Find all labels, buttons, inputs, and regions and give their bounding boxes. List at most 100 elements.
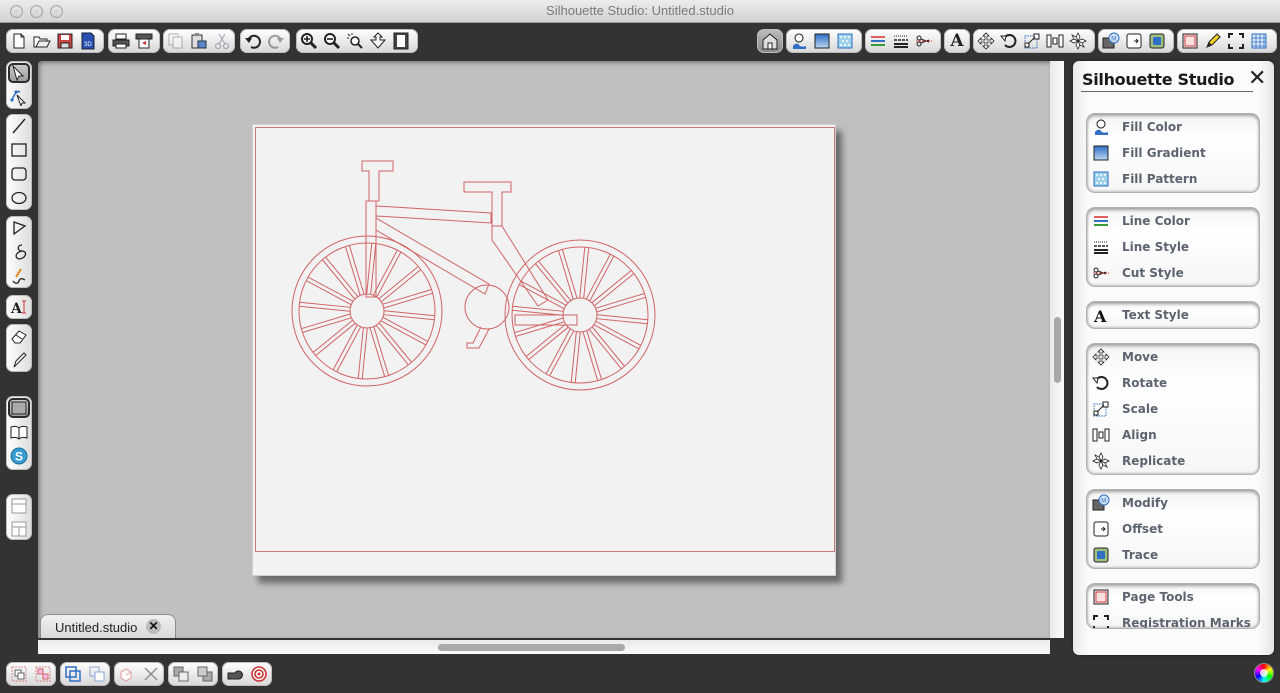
library-button[interactable] (8, 422, 30, 442)
replicate-icon (1069, 32, 1087, 50)
panel-item-cut-style[interactable]: Cut Style (1087, 260, 1259, 286)
copy-button[interactable] (166, 31, 186, 51)
zoom-select-button[interactable] (345, 31, 365, 51)
cut-button[interactable] (212, 31, 232, 51)
draw-polygon-button[interactable] (8, 218, 30, 238)
single-panel-view-button[interactable] (8, 496, 30, 515)
document-tab[interactable]: Untitled.studio ✕ (40, 614, 176, 638)
print-button[interactable] (111, 31, 131, 51)
cut-style-button[interactable] (914, 31, 934, 51)
panel-close-button[interactable]: ✕ (1248, 67, 1266, 89)
redo-button[interactable] (266, 31, 286, 51)
panel-item-line-style[interactable]: Line Style (1087, 234, 1259, 260)
line-style-button[interactable] (891, 31, 911, 51)
zoom-in-button[interactable] (299, 31, 319, 51)
release-compound-path-button[interactable] (87, 664, 107, 684)
panel-item-align[interactable]: Align (1087, 422, 1259, 448)
draw-line-button[interactable] (8, 116, 30, 136)
horizontal-scrollbar[interactable] (38, 640, 1050, 654)
fill-pattern-button[interactable] (835, 31, 855, 51)
new-document-button[interactable] (9, 31, 29, 51)
save-button[interactable] (55, 31, 75, 51)
scissors-icon (215, 33, 229, 49)
send-to-silhouette-button[interactable] (134, 31, 154, 51)
target-button[interactable] (249, 664, 269, 684)
align-button[interactable] (1045, 31, 1065, 51)
open-file-button[interactable] (32, 31, 52, 51)
bring-to-front-button[interactable] (171, 664, 191, 684)
registration-marks-button[interactable] (1226, 31, 1246, 51)
design-view-button[interactable] (8, 398, 30, 418)
panel-item-offset[interactable]: Offset (1087, 516, 1259, 542)
line-color-button[interactable] (868, 31, 888, 51)
bicycle-design[interactable] (253, 125, 837, 577)
modify-button[interactable]: M (1101, 31, 1121, 51)
send-to-back-button[interactable] (195, 664, 215, 684)
make-compound-path-button[interactable] (63, 664, 83, 684)
panel-item-line-color[interactable]: Line Color (1087, 208, 1259, 234)
horizontal-scroll-thumb[interactable] (438, 644, 625, 651)
eraser-button[interactable] (8, 326, 30, 346)
panel-item-move[interactable]: Move (1087, 344, 1259, 370)
panel-item-label: Registration Marks (1122, 616, 1251, 628)
panel-item-rotate[interactable]: Rotate (1087, 370, 1259, 396)
grid-button[interactable] (1249, 31, 1269, 51)
trace-button[interactable] (1147, 31, 1167, 51)
panel-item-label: Replicate (1122, 454, 1186, 468)
library-home-button[interactable] (760, 31, 780, 51)
color-picker-icon[interactable] (1254, 663, 1274, 683)
weld-icon (120, 668, 132, 682)
scale-button[interactable] (1022, 31, 1042, 51)
silhouette-store-button[interactable]: S (8, 446, 30, 466)
modify-shape-button[interactable] (225, 664, 245, 684)
vertical-scroll-thumb[interactable] (1054, 317, 1061, 383)
pan-button[interactable] (368, 31, 388, 51)
draw-rounded-rectangle-button[interactable] (8, 164, 30, 184)
panel-item-trace[interactable]: Trace (1087, 542, 1259, 568)
text-tool-button[interactable]: A (8, 297, 30, 317)
panel-item-fill-gradient[interactable]: Fill Gradient (1087, 140, 1259, 166)
panel-item-page-tools[interactable]: Page Tools (1087, 584, 1259, 610)
replicate-button[interactable] (1068, 31, 1088, 51)
select-tool-button[interactable] (8, 63, 30, 83)
text-style-button[interactable]: A (947, 31, 967, 51)
wheel-spoke (518, 284, 565, 310)
draw-ellipse-button[interactable] (8, 188, 30, 208)
group-button[interactable] (9, 664, 29, 684)
close-tab-button[interactable]: ✕ (146, 619, 161, 634)
panel-item-fill-color[interactable]: Fill Color (1087, 114, 1259, 140)
panel-item-modify[interactable]: M Modify (1087, 490, 1259, 516)
knife-button[interactable] (8, 350, 30, 370)
fill-color-button[interactable] (789, 31, 809, 51)
panel-item-registration-marks[interactable]: Registration Marks (1087, 610, 1259, 628)
paste-button[interactable] (189, 31, 209, 51)
trace-icon (1149, 33, 1165, 49)
design-page[interactable] (252, 124, 836, 576)
move-button[interactable] (976, 31, 996, 51)
save-to-sd-button[interactable]: 3D (78, 31, 98, 51)
weld-button[interactable] (117, 664, 137, 684)
edit-points-button[interactable] (8, 87, 30, 107)
draw-curve-button[interactable] (8, 242, 30, 262)
ungroup-button[interactable] (33, 664, 53, 684)
panel-item-replicate[interactable]: Replicate (1087, 448, 1259, 474)
rotate-button[interactable] (999, 31, 1019, 51)
sketch-button[interactable] (1203, 31, 1223, 51)
offset-button[interactable] (1124, 31, 1144, 51)
panel-item-text-style[interactable]: A Text Style (1087, 302, 1259, 328)
undo-button[interactable] (243, 31, 263, 51)
split-panel-view-button[interactable] (8, 519, 30, 538)
vertical-scrollbar[interactable] (1050, 61, 1064, 638)
freehand-draw-button[interactable] (8, 266, 30, 286)
delete-button[interactable] (141, 664, 161, 684)
pencil-icon (1206, 33, 1221, 48)
panel-item-fill-pattern[interactable]: Fill Pattern (1087, 166, 1259, 192)
wheel-spoke (382, 288, 432, 305)
draw-rectangle-button[interactable] (8, 140, 30, 160)
page-tools-button[interactable] (1180, 31, 1200, 51)
panel-item-scale[interactable]: Scale (1087, 396, 1259, 422)
fit-to-page-button[interactable] (391, 31, 411, 51)
zoom-out-button[interactable] (322, 31, 342, 51)
fill-gradient-button[interactable] (812, 31, 832, 51)
shape-tools (222, 662, 272, 686)
